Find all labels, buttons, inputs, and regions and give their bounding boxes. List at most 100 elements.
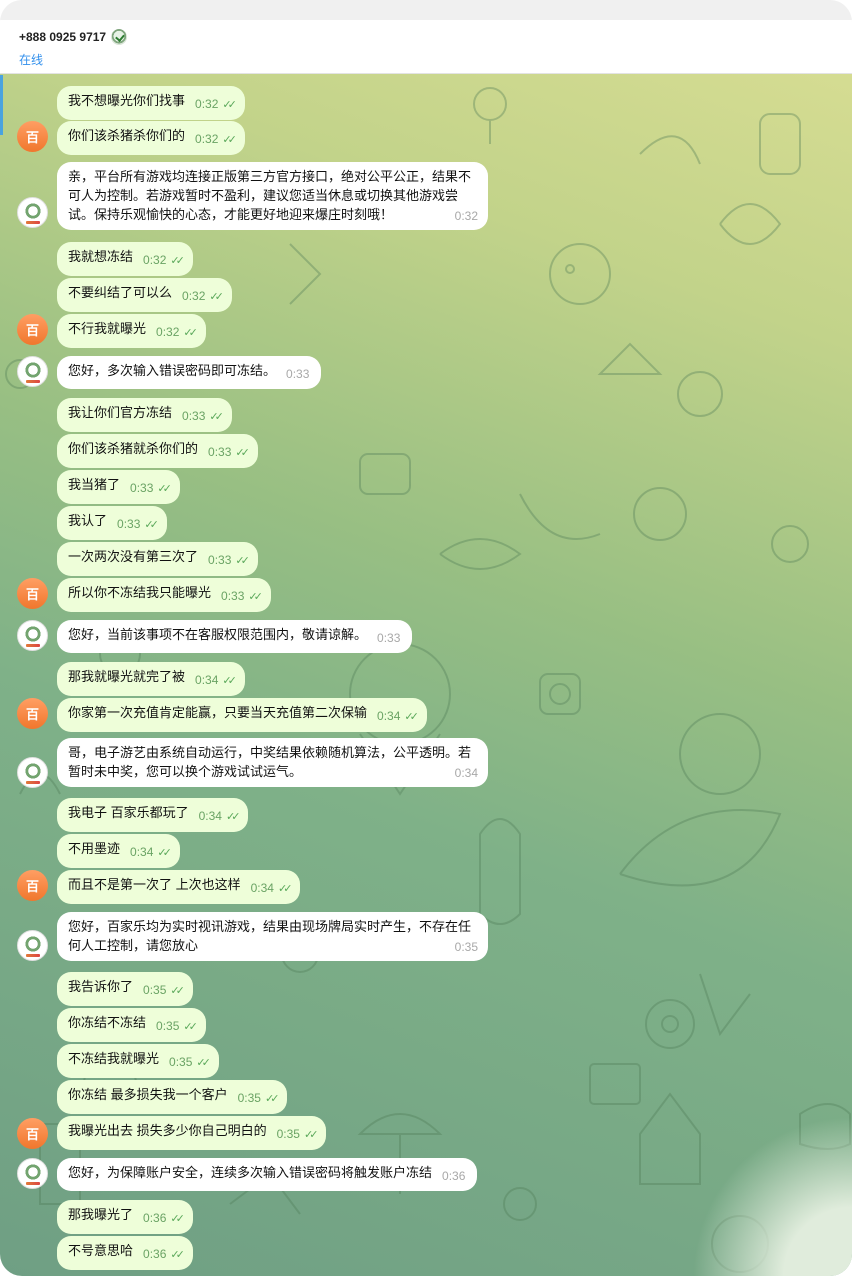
message-time: 0:32 ✓✓ xyxy=(143,251,185,271)
message-time: 0:33 xyxy=(377,631,401,645)
message-bubble-outgoing[interactable]: 你冻结不冻结 0:35 ✓✓ xyxy=(57,1008,206,1042)
message-time: 0:33 ✓✓ xyxy=(208,443,250,463)
message-text: 不号意思哈 xyxy=(68,1243,134,1258)
header-title-row: +888 0925 9717 xyxy=(19,29,852,45)
avatar-initial: 百 xyxy=(25,707,39,722)
avatar[interactable] xyxy=(17,356,48,387)
message-bubble-outgoing[interactable]: 不要纠结了可以么 0:32 ✓✓ xyxy=(57,278,232,312)
read-ticks-icon: ✓✓ xyxy=(222,134,237,146)
company-logo-icon xyxy=(22,1163,43,1185)
online-status: 在线 xyxy=(19,53,44,67)
read-ticks-icon: ✓✓ xyxy=(303,1129,319,1141)
message-text: 而且不是第一次了 上次也这样 xyxy=(68,877,241,892)
read-ticks-icon: ✓✓ xyxy=(144,519,159,531)
message-text: 那我曝光了 xyxy=(68,1207,134,1222)
message-bubble-outgoing[interactable]: 你们该杀猪杀你们的 0:32 ✓✓ xyxy=(57,121,245,155)
message-time: 0:35 ✓✓ xyxy=(156,1017,198,1037)
message-bubble-incoming[interactable]: 哥，电子游艺由系统自动运行，中奖结果依赖随机算法，公平透明。若暂时未中奖，您可以… xyxy=(57,738,488,787)
message-time: 0:35 xyxy=(454,940,478,954)
message-bubble-incoming[interactable]: 您好，多次输入错误密码即可冻结。 0:33 xyxy=(57,356,322,389)
read-ticks-icon: ✓✓ xyxy=(196,1057,211,1069)
message-bubble-outgoing[interactable]: 不行我就曝光 0:32 ✓✓ xyxy=(57,314,206,348)
message-text: 我认了 xyxy=(68,513,108,528)
message-bubble-outgoing[interactable]: 我就想冻结 0:32 ✓✓ xyxy=(57,242,193,276)
company-logo-icon xyxy=(22,762,43,784)
message-time: 0:32 ✓✓ xyxy=(195,95,237,115)
message-time: 0:36 ✓✓ xyxy=(143,1209,185,1229)
message-bubble-outgoing[interactable]: 不用墨迹 0:34 ✓✓ xyxy=(57,834,180,868)
contact-name[interactable]: +888 0925 9717 xyxy=(19,30,106,44)
read-ticks-icon: ✓✓ xyxy=(222,675,237,687)
message-text: 我就想冻结 xyxy=(68,249,134,264)
message-text: 你家第一次充值肯定能赢，只要当天充值第二次保输 xyxy=(68,705,368,720)
message-bubble-outgoing[interactable]: 而且不是第一次了 上次也这样 0:34 ✓✓ xyxy=(57,870,301,904)
read-ticks-icon: ✓✓ xyxy=(183,1021,198,1033)
message-text: 你冻结 最多损失我一个客户 xyxy=(68,1087,228,1102)
message-text: 所以你不冻结我只能曝光 xyxy=(68,585,212,600)
avatar-initial: 百 xyxy=(25,130,39,145)
avatar-initial: 百 xyxy=(25,1127,39,1142)
message-bubble-incoming[interactable]: 您好，为保障账户安全，连续多次输入错误密码将触发账户冻结 0:36 xyxy=(57,1158,478,1191)
selection-edge xyxy=(0,75,3,135)
message-text: 您好，当前该事项不在客服权限范围内，敬请谅解。 xyxy=(68,627,368,642)
message-bubble-outgoing[interactable]: 我让你们官方冻结 0:33 ✓✓ xyxy=(57,398,232,432)
message-time: 0:34 ✓✓ xyxy=(199,807,241,827)
company-logo-icon xyxy=(22,361,43,383)
read-ticks-icon: ✓✓ xyxy=(170,255,185,267)
message-bubble-outgoing[interactable]: 一次两次没有第三次了 0:33 ✓✓ xyxy=(57,542,258,576)
avatar[interactable] xyxy=(17,197,48,228)
message-time: 0:33 ✓✓ xyxy=(117,515,159,535)
company-logo-icon xyxy=(22,935,43,957)
message-bubble-outgoing[interactable]: 所以你不冻结我只能曝光 0:33 ✓✓ xyxy=(57,578,271,612)
message-bubble-incoming[interactable]: 您好，当前该事项不在客服权限范围内，敬请谅解。 0:33 xyxy=(57,620,413,653)
read-ticks-icon: ✓✓ xyxy=(209,291,224,303)
read-ticks-icon: ✓✓ xyxy=(404,711,419,723)
message-bubble-outgoing[interactable]: 我电子 百家乐都玩了 0:34 ✓✓ xyxy=(57,798,249,832)
message-bubble-outgoing[interactable]: 我告诉你了 0:35 ✓✓ xyxy=(57,972,193,1006)
read-ticks-icon: ✓✓ xyxy=(235,555,250,567)
avatar[interactable] xyxy=(17,1158,48,1189)
read-ticks-icon: ✓✓ xyxy=(170,1249,185,1261)
message-bubble-outgoing[interactable]: 你家第一次充值肯定能赢，只要当天充值第二次保输 0:34 ✓✓ xyxy=(57,698,427,732)
chat-message-area[interactable]: 我不想曝光你们找事 0:32 ✓✓ 百 你们该杀猪杀你们的 0:32 ✓✓ 亲，平台所有… xyxy=(0,74,852,1276)
message-bubble-outgoing[interactable]: 我认了 0:33 ✓✓ xyxy=(57,506,167,540)
read-ticks-icon: ✓✓ xyxy=(209,411,224,423)
message-bubble-incoming[interactable]: 亲，平台所有游戏均连接正版第三方官方接口，绝对公平公正，结果不可人为控制。若游戏… xyxy=(57,162,488,230)
company-logo-icon xyxy=(22,625,43,647)
message-text: 我电子 百家乐都玩了 xyxy=(68,805,189,820)
avatar[interactable] xyxy=(17,930,48,961)
avatar[interactable] xyxy=(17,757,48,788)
message-bubble-outgoing[interactable]: 你们该杀猪就杀你们的 0:33 ✓✓ xyxy=(57,434,258,468)
avatar[interactable]: 百 xyxy=(17,1118,48,1149)
message-bubble-outgoing[interactable]: 不冻结我就曝光 0:35 ✓✓ xyxy=(57,1044,219,1078)
message-text: 您好，百家乐均为实时视讯游戏，结果由现场牌局实时产生，不存在任何人工控制，请您放… xyxy=(68,919,472,953)
chat-header[interactable]: +888 0925 9717 在线 xyxy=(0,20,852,74)
avatar[interactable]: 百 xyxy=(17,870,48,901)
avatar[interactable]: 百 xyxy=(17,578,48,609)
avatar[interactable]: 百 xyxy=(17,314,48,345)
avatar-initial: 百 xyxy=(25,323,39,338)
avatar[interactable]: 百 xyxy=(17,121,48,152)
message-text: 不行我就曝光 xyxy=(68,321,147,336)
message-time: 0:36 xyxy=(442,1169,466,1183)
message-bubble-outgoing[interactable]: 那我就曝光就完了被 0:34 ✓✓ xyxy=(57,662,245,696)
message-bubble-outgoing[interactable]: 我当猪了 0:33 ✓✓ xyxy=(57,470,180,504)
avatar[interactable] xyxy=(17,620,48,651)
message-bubble-outgoing[interactable]: 我不想曝光你们找事 0:32 ✓✓ xyxy=(57,86,245,120)
message-text: 你们该杀猪就杀你们的 xyxy=(68,441,199,456)
avatar[interactable]: 百 xyxy=(17,698,48,729)
message-text: 不要纠结了可以么 xyxy=(68,285,173,300)
message-bubble-outgoing[interactable]: 不号意思哈 0:36 ✓✓ xyxy=(57,1236,193,1270)
message-text: 不冻结我就曝光 xyxy=(68,1051,160,1066)
message-text: 您好，多次输入错误密码即可冻结。 xyxy=(68,363,277,378)
read-ticks-icon: ✓✓ xyxy=(222,99,237,111)
message-time: 0:35 ✓✓ xyxy=(169,1053,211,1073)
message-bubble-outgoing[interactable]: 你冻结 最多损失我一个客户 0:35 ✓✓ xyxy=(57,1080,288,1114)
message-bubble-outgoing[interactable]: 那我曝光了 0:36 ✓✓ xyxy=(57,1200,193,1234)
avatar-initial: 百 xyxy=(25,587,39,602)
read-ticks-icon: ✓✓ xyxy=(248,591,263,603)
message-time: 0:35 ✓✓ xyxy=(277,1125,319,1145)
read-ticks-icon: ✓✓ xyxy=(264,1093,280,1105)
message-bubble-outgoing[interactable]: 我曝光出去 损失多少你自己明白的 0:35 ✓✓ xyxy=(57,1116,327,1150)
message-bubble-incoming[interactable]: 您好，百家乐均为实时视讯游戏，结果由现场牌局实时产生，不存在任何人工控制，请您放… xyxy=(57,912,488,961)
